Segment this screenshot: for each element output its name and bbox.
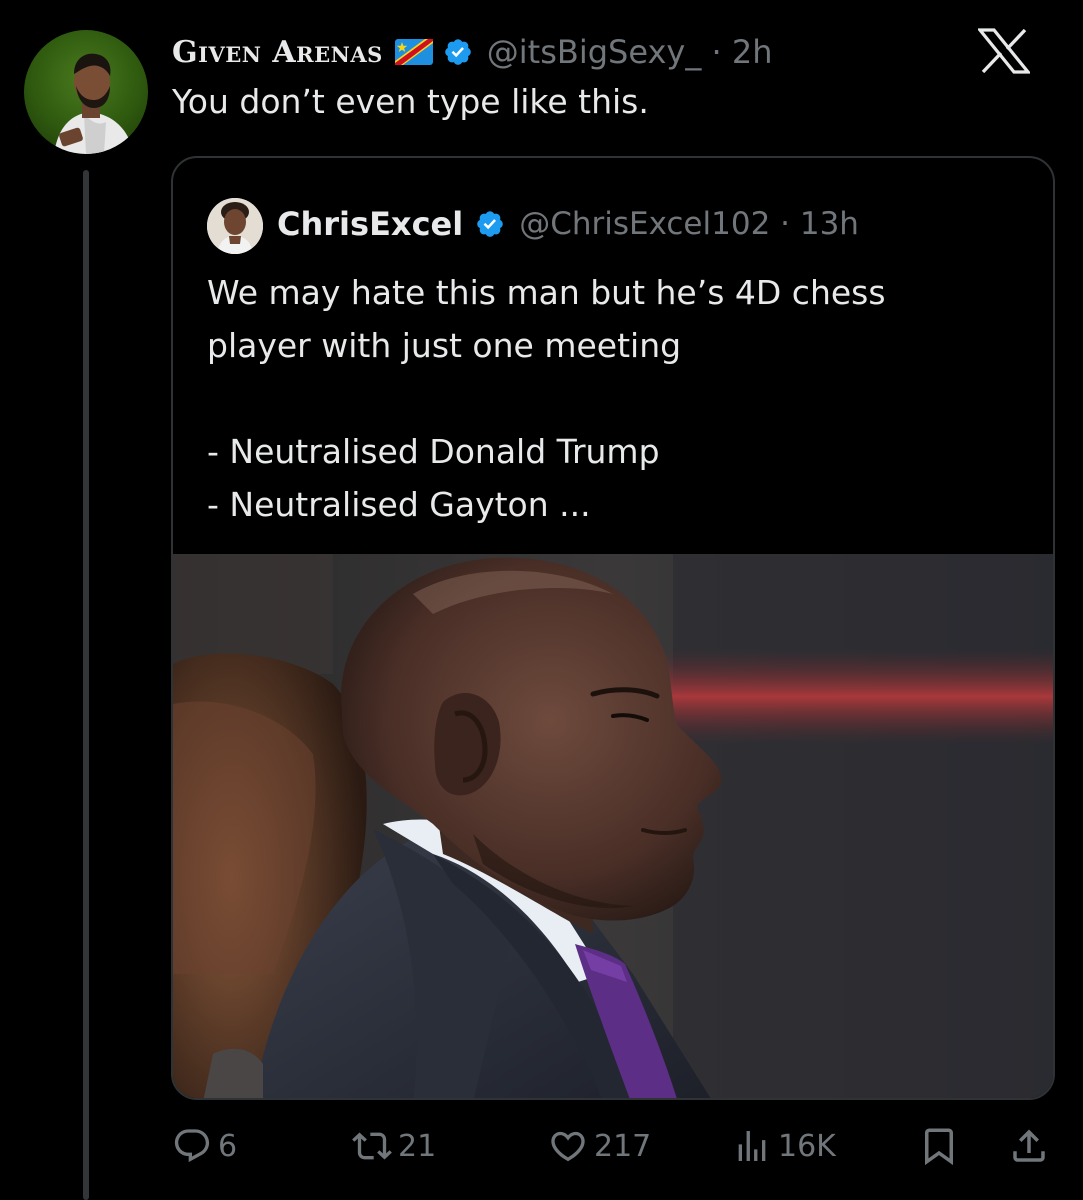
quoted-text-line: - Neutralised Donald Trump	[207, 432, 660, 471]
quoted-author-display-name[interactable]: ChrisExcel	[277, 205, 463, 243]
x-logo-icon[interactable]	[976, 28, 1032, 74]
views-icon	[732, 1126, 772, 1166]
views-count: 16K	[778, 1128, 836, 1164]
dr-congo-flag-icon	[394, 39, 433, 65]
bookmark-button[interactable]	[918, 1118, 960, 1174]
repost-button[interactable]: 21	[352, 1118, 436, 1174]
reply-count: 6	[218, 1128, 238, 1164]
share-icon	[1008, 1125, 1050, 1167]
author-handle-time[interactable]: @itsBigSexy_ · 2h	[487, 33, 773, 71]
quoted-avatar-photo	[207, 198, 263, 254]
quoted-tweet[interactable]: ChrisExcel @ChrisExcel102 · 13h We may h…	[171, 156, 1055, 1100]
bookmark-icon	[918, 1125, 960, 1167]
verified-badge-icon	[475, 209, 505, 239]
tweet[interactable]: Given Arenas @itsBigSexy_ · 2h You don’t…	[0, 0, 1083, 1200]
quoted-tweet-header: ChrisExcel @ChrisExcel102 · 13h	[277, 200, 859, 248]
share-button[interactable]	[1008, 1118, 1050, 1174]
quoted-author-handle-time[interactable]: @ChrisExcel102 · 13h	[519, 206, 859, 242]
verified-badge-icon	[443, 37, 473, 67]
like-icon	[548, 1126, 588, 1166]
reply-button[interactable]: 6	[172, 1118, 237, 1174]
avatar-photo	[54, 53, 134, 154]
tweet-header: Given Arenas @itsBigSexy_ · 2h	[172, 28, 773, 76]
reply-icon	[172, 1126, 212, 1166]
quoted-text-line: We may hate this man but he’s 4D chess	[207, 273, 886, 312]
quoted-text-line: player with just one meeting	[207, 326, 682, 365]
thread-line	[83, 170, 89, 1200]
author-avatar[interactable]	[24, 30, 148, 154]
photo-man-profile	[173, 554, 1053, 1098]
repost-count: 21	[398, 1128, 437, 1164]
views-button[interactable]: 16K	[732, 1118, 836, 1174]
quoted-tweet-text: We may hate this man but he’s 4D chess p…	[207, 266, 1027, 531]
like-button[interactable]: 217	[548, 1118, 651, 1174]
quoted-text-line: - Neutralised Gayton ...	[207, 485, 591, 524]
repost-icon	[352, 1126, 392, 1166]
quoted-text-line	[207, 372, 1027, 425]
author-display-name[interactable]: Given Arenas	[172, 35, 383, 70]
tweet-text: You don’t even type like this.	[172, 82, 649, 121]
like-count: 217	[594, 1128, 652, 1164]
quoted-tweet-image[interactable]	[173, 554, 1053, 1098]
quoted-author-avatar[interactable]	[207, 198, 263, 254]
tweet-actions: 6 21 217 16K	[172, 1118, 1052, 1178]
